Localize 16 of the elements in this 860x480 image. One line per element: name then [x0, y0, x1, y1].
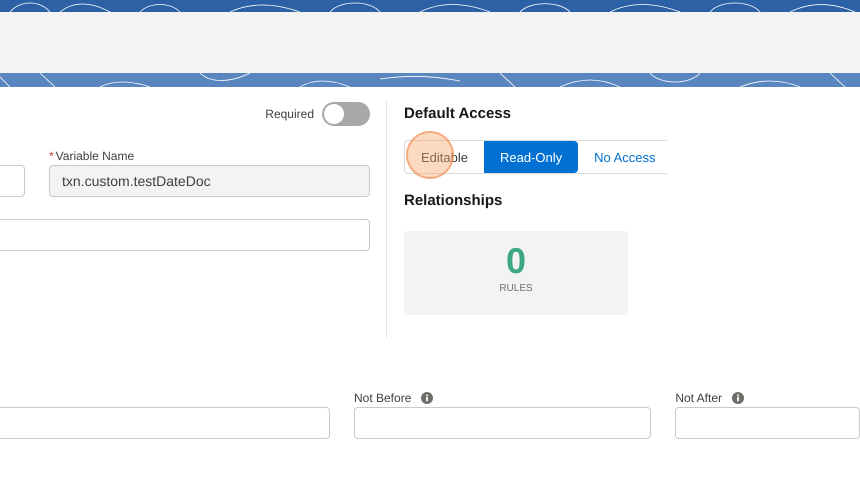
field-label: Variable Name [56, 149, 134, 163]
input-field[interactable] [675, 407, 860, 439]
input-field[interactable] [354, 407, 652, 439]
section-title: Default Access [404, 105, 512, 124]
field-label: Not After [675, 391, 722, 405]
rules-label: RULES [499, 283, 533, 294]
access-option[interactable]: Read-Only [484, 141, 578, 173]
info-icon[interactable] [732, 392, 744, 404]
toggle-switch[interactable] [322, 102, 370, 126]
required-mark: * [49, 149, 54, 163]
field-label: Not Before [354, 391, 412, 405]
toggle-label: Required [265, 107, 314, 121]
section-title: Relationships [404, 192, 504, 211]
info-icon[interactable] [421, 392, 434, 404]
rules-count: 0 [506, 241, 526, 281]
input-field[interactable]: txn.custom.testDateDoc [49, 165, 370, 197]
